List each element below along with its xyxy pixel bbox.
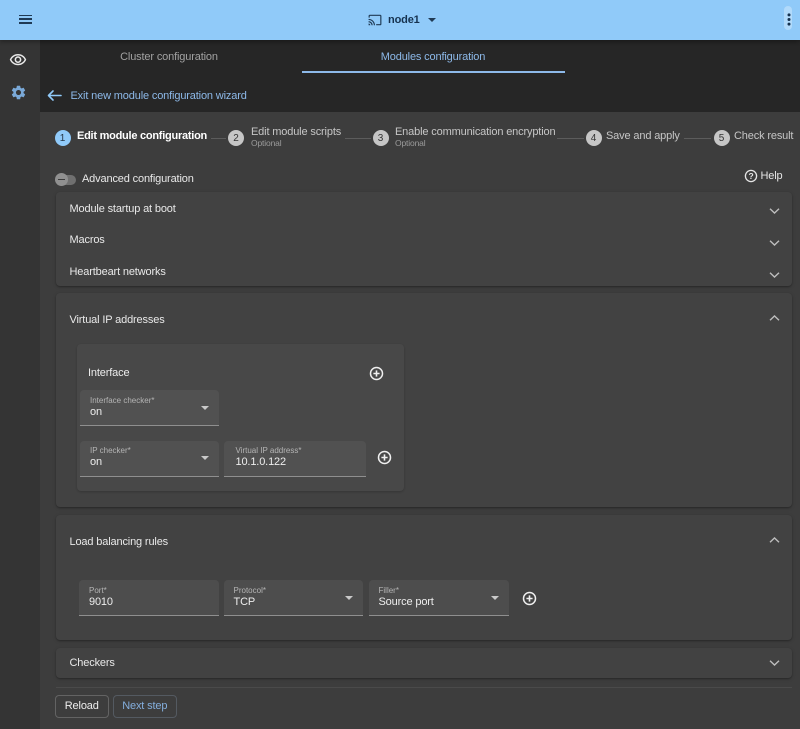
svg-text:?: ? <box>748 171 753 181</box>
